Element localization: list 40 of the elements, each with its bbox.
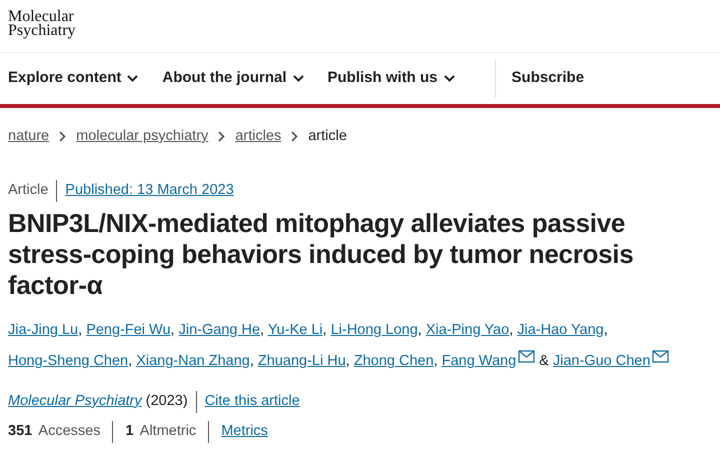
author-link[interactable]: Peng-Fei Wu [86,322,171,338]
nav-link[interactable]: About the journal [162,67,304,90]
author-link[interactable]: Jian-Guo Chen [552,352,670,369]
nav-link[interactable]: Subscribe [512,67,584,90]
chevron-icon [59,131,66,142]
caret-icon [444,75,455,82]
breadcrumb-link[interactable]: articles [235,126,282,148]
chevron-icon [291,131,298,142]
author-link[interactable]: Zhong Chen [354,352,434,369]
author-link[interactable]: Zhuang-Li Hu [258,352,346,369]
author-link[interactable]: Xia-Ping Yao [426,322,510,338]
journal-link[interactable]: Molecular Psychiatry [8,390,142,413]
author-link[interactable]: Yu-Ke Li [268,322,323,338]
article-title: BNIP3L/NIX-mediated mitophagy alleviates passive stress-coping behaviors induced by tumor necrosis factor-α [8,208,634,301]
author-link[interactable]: Hong-Sheng Chen [8,352,128,369]
breadcrumb-link[interactable]: nature [8,126,50,148]
article-type: Article [8,180,48,200]
metric-count: 351 Accesses [8,422,100,441]
chevron-icon [218,131,226,142]
author-link[interactable]: Fang Wang [442,352,536,369]
metric-count: 1 Altmetric [125,422,196,441]
breadcrumb-link[interactable]: molecular psychiatry [76,126,208,148]
author-link[interactable]: Li-Hong Long [330,322,418,338]
breadcrumb-current: article [308,127,347,146]
nav-link[interactable]: Explore content [8,67,138,90]
author-link[interactable]: Xiang-Nan Zhang [136,352,250,369]
email-icon [518,350,536,363]
metrics-link[interactable]: Metrics [221,420,268,443]
caret-icon [292,75,304,82]
nav-link[interactable]: Publish with us [328,67,455,90]
caret-icon [127,75,138,82]
author-link[interactable]: Jin-Gang He [178,322,260,338]
cite-link[interactable]: Cite this article [204,390,300,413]
publication-year: (2023) [146,392,188,411]
author-link[interactable]: Jia-Hao Yang [517,322,604,338]
journal-logo[interactable]: Molecular Psychiatry [0,0,720,52]
author-list: Jia-Jing Lu, Peng-Fei Wu, Jin-Gang He, Yu-Ke Li, Li-Hong Long, Xia-Ping Yao, Jia-Hao Yang, Hong-Sheng Chen, Xiang-Nan Zhang, Zhuang-Li Hu, Zhong Chen, Fang Wang & Jian-Guo Chen [8,314,712,377]
author-link[interactable]: Jia-Jing Lu [8,322,78,338]
email-icon [652,350,670,363]
published-date-link[interactable]: Published: 13 March 2023 [65,180,234,202]
